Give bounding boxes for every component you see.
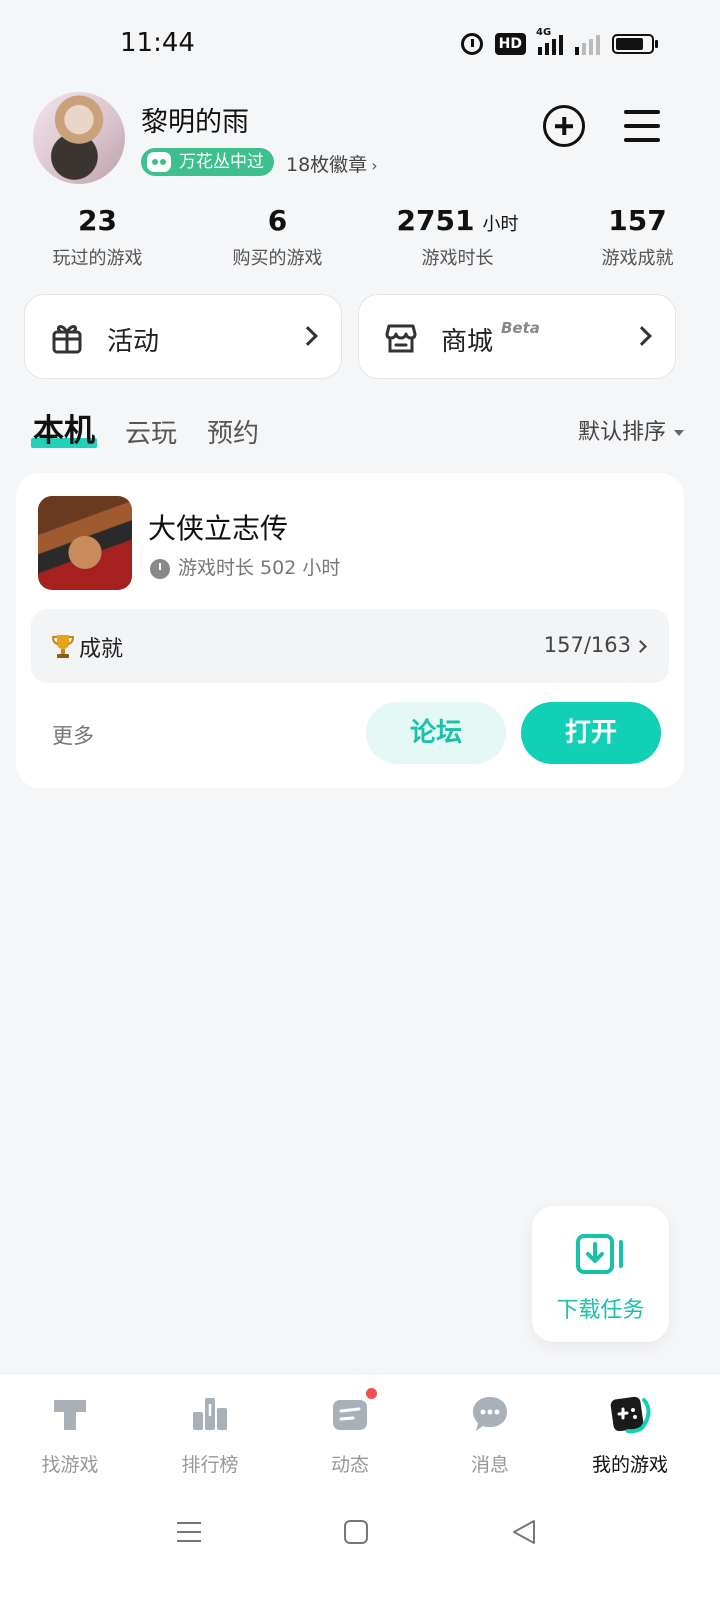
forum-button[interactable]: 论坛 — [366, 702, 506, 764]
nav-label: 找游戏 — [41, 1454, 99, 1476]
store-label: 商城 — [441, 327, 494, 357]
tab-cloud[interactable]: 云玩 — [125, 413, 177, 450]
find-game-icon — [54, 1400, 86, 1430]
hd-icon: HD — [494, 33, 526, 55]
chevron-right-icon — [632, 326, 652, 346]
game-title: 大侠立志传 — [148, 512, 289, 545]
stat-play-time[interactable]: 2751 小时 游戏时长 — [375, 204, 540, 270]
add-button[interactable] — [543, 105, 585, 147]
nav-ranking[interactable]: 排行榜 — [140, 1374, 280, 1493]
download-icon — [576, 1234, 623, 1274]
battery-icon — [612, 34, 658, 54]
network-type-label: 4G — [536, 27, 552, 38]
stat-value: 6 — [267, 204, 288, 237]
game-playtime: 游戏时长 502 小时 — [150, 553, 340, 580]
activity-label: 活动 — [107, 327, 160, 357]
system-nav-bar — [0, 1493, 720, 1612]
gift-icon — [52, 325, 82, 354]
stat-label: 玩过的游戏 — [52, 248, 143, 269]
achievement-label: 成就 — [79, 637, 124, 662]
playtime-text: 游戏时长 502 小时 — [178, 557, 341, 579]
stopwatch-icon — [150, 558, 170, 579]
library-tabs: 本机 云玩 预约 — [31, 410, 259, 450]
back-icon[interactable] — [511, 1519, 537, 1545]
message-icon — [473, 1397, 507, 1431]
stat-unit: 小时 — [482, 214, 519, 235]
open-button[interactable]: 打开 — [521, 702, 661, 764]
stat-value: 23 — [78, 204, 117, 237]
achievement-row[interactable]: 成就 157/163 — [31, 609, 669, 683]
sort-dropdown[interactable]: 默认排序 — [578, 414, 684, 446]
sort-label: 默认排序 — [577, 420, 666, 445]
title-badge-label: 万花丛中过 — [179, 152, 264, 172]
store-icon — [385, 324, 417, 353]
tab-reserved[interactable]: 预约 — [207, 413, 259, 450]
nav-find-games[interactable]: 找游戏 — [0, 1374, 140, 1493]
medals-label: 18枚徽章 — [286, 154, 368, 176]
stats-row: 23 玩过的游戏 6 购买的游戏 2751 小时 游戏时长 157 游戏成就 — [0, 204, 720, 270]
medals-link[interactable]: 18枚徽章 › — [286, 150, 378, 177]
menu-button[interactable] — [624, 110, 660, 142]
caret-down-icon — [674, 430, 684, 436]
nav-label: 动态 — [330, 1454, 369, 1476]
nav-label: 消息 — [470, 1454, 509, 1476]
activity-button[interactable]: 活动 — [24, 294, 342, 379]
nav-my-games[interactable]: 我的游戏 — [560, 1374, 700, 1493]
game-card[interactable]: 大侠立志传 游戏时长 502 小时 成就 157/163 更多 论坛 打开 — [16, 473, 684, 788]
home-icon[interactable] — [343, 1519, 369, 1545]
nav-label: 我的游戏 — [591, 1454, 668, 1476]
trophy-icon — [51, 635, 75, 658]
game-icon[interactable] — [38, 496, 132, 590]
stat-value: 157 — [608, 204, 667, 237]
feed-icon — [333, 1400, 367, 1430]
stat-label: 游戏成就 — [601, 248, 674, 269]
recents-icon[interactable] — [176, 1519, 202, 1545]
download-tasks-label: 下载任务 — [556, 1298, 645, 1323]
nav-feed[interactable]: 动态 — [280, 1374, 420, 1493]
username[interactable]: 黎明的雨 — [141, 100, 249, 139]
title-badge[interactable]: 万花丛中过 — [141, 148, 274, 176]
chevron-right-icon — [634, 640, 647, 653]
status-bar: 11:44 HD 4G — [0, 0, 720, 90]
stat-achievements[interactable]: 157 游戏成就 — [555, 204, 720, 270]
stat-purchased-games[interactable]: 6 购买的游戏 — [195, 204, 360, 270]
status-time: 11:44 — [120, 28, 195, 58]
ranking-icon — [193, 1398, 227, 1430]
store-button[interactable]: 商城 Beta — [358, 294, 676, 379]
signal-icon: 4G — [536, 27, 563, 55]
bottom-nav: 找游戏 排行榜 动态 消息 我的游戏 — [0, 1373, 720, 1493]
chevron-right-icon: › — [371, 156, 378, 175]
stat-label: 游戏时长 — [421, 248, 494, 269]
avatar[interactable] — [33, 92, 125, 184]
gamepad-icon — [147, 152, 171, 172]
stat-value: 2751 — [396, 204, 475, 237]
signal-weak-icon — [575, 33, 600, 55]
nav-messages[interactable]: 消息 — [420, 1374, 560, 1493]
stat-label: 购买的游戏 — [232, 248, 323, 269]
chevron-right-icon — [298, 326, 318, 346]
achievement-value: 157/163 — [543, 633, 631, 657]
more-button[interactable]: 更多 — [52, 720, 94, 750]
download-tasks-button[interactable]: 下载任务 — [532, 1206, 669, 1342]
status-icons: HD 4G — [460, 27, 658, 58]
nav-label: 排行榜 — [181, 1454, 239, 1476]
my-games-icon — [610, 1396, 651, 1434]
beta-tag: Beta — [501, 319, 540, 337]
alarm-icon — [460, 33, 483, 55]
stat-played-games[interactable]: 23 玩过的游戏 — [15, 204, 180, 270]
notification-dot — [364, 1386, 379, 1401]
tab-local[interactable]: 本机 — [31, 405, 97, 450]
